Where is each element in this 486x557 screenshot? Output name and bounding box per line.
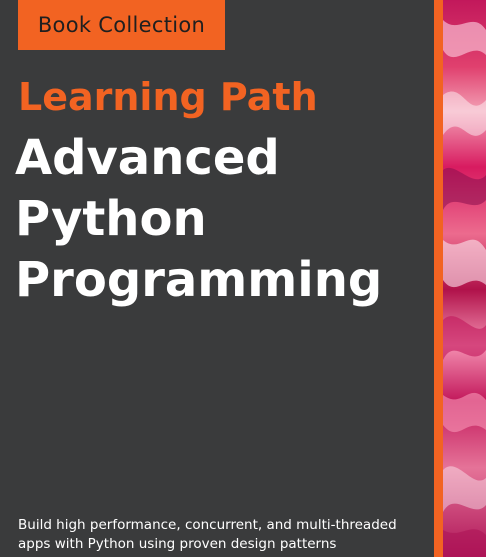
accent-stripe bbox=[434, 0, 443, 557]
title-line: Python bbox=[15, 191, 207, 247]
title-line: Advanced bbox=[15, 130, 280, 186]
book-cover: Book Collection Learning Path Advanced P… bbox=[0, 0, 486, 557]
title-line: Programming bbox=[15, 252, 383, 308]
tagline-line: apps with Python using proven design pat… bbox=[18, 536, 337, 552]
marbled-art-graphic bbox=[443, 20, 486, 557]
book-tagline: Build high performance, concurrent, and … bbox=[18, 516, 397, 554]
series-subtitle: Learning Path bbox=[18, 75, 318, 119]
badge-label: Book Collection bbox=[37, 13, 206, 37]
book-collection-badge: Book Collection bbox=[18, 0, 225, 50]
marbled-art-panel bbox=[443, 0, 486, 557]
tagline-line: Build high performance, concurrent, and … bbox=[18, 517, 397, 533]
book-title: Advanced Python Programming bbox=[15, 128, 382, 311]
